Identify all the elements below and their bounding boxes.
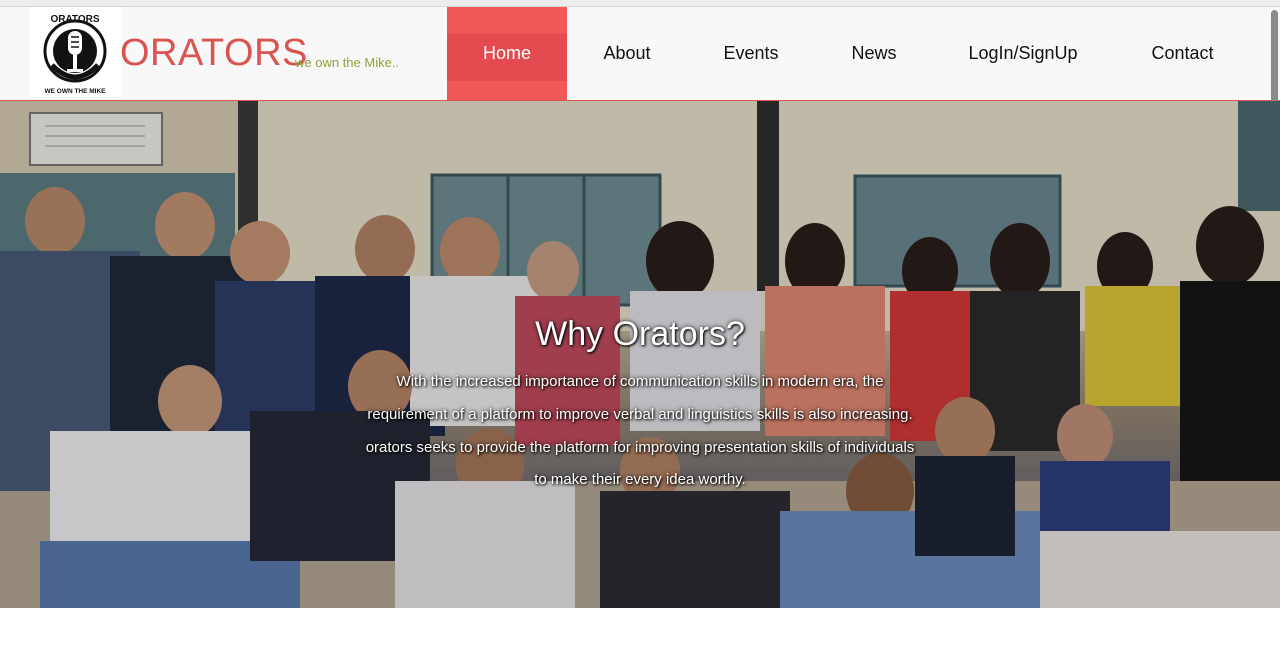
nav-home[interactable]: Home [447,7,567,100]
navbar: ORATORS WE OWN THE MIKE ORATORS we own t… [0,7,1280,101]
hero-text-line-1: With the increased importance of communi… [396,373,884,390]
svg-text:WE OWN THE MIKE: WE OWN THE MIKE [44,88,106,95]
logo[interactable]: ORATORS WE OWN THE MIKE [30,7,121,97]
hero-banner: Why Orators? With the increased importan… [0,101,1280,608]
nav-news-label: News [851,43,897,63]
brand-name[interactable]: ORATORS [120,32,308,75]
hero-text-line-2: requirement of a platform to improve ver… [367,406,913,423]
nav-about-label: About [603,43,651,63]
hero-text-line-4: to make their every idea worthy. [534,471,746,488]
browser-top-strip [0,0,1280,7]
group-photo-image [0,101,1280,608]
brand-tagline: we own the Mike.. [295,55,400,70]
svg-text:ORATORS: ORATORS [50,14,99,25]
hero-title: Why Orators? [535,315,745,353]
microphone-logo-icon: ORATORS WE OWN THE MIKE [43,14,107,95]
nav-contact-label: Contact [1151,43,1214,63]
nav-contact[interactable]: Contact [1115,7,1250,100]
page-scrollbar[interactable] [1271,10,1278,114]
hero-text-line-3: orators seeks to provide the platform fo… [365,439,915,456]
nav-events-label: Events [723,43,779,63]
nav-events[interactable]: Events [690,7,812,100]
nav-about[interactable]: About [567,7,687,100]
nav-home-label: Home [482,43,531,63]
nav-news[interactable]: News [815,7,933,100]
nav-login-signup[interactable]: LogIn/SignUp [938,7,1108,100]
nav-login-signup-label: LogIn/SignUp [968,43,1078,63]
